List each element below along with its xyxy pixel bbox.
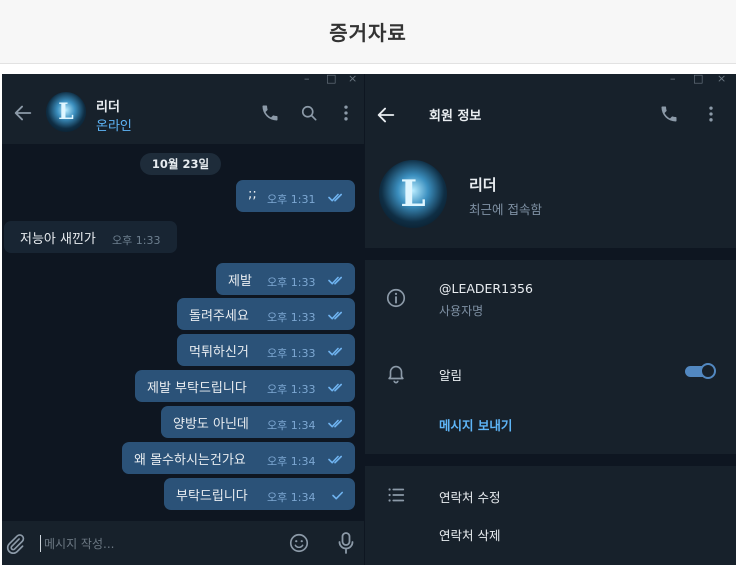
phone-icon[interactable] xyxy=(659,104,679,124)
double-check-icon xyxy=(328,419,342,428)
section-divider xyxy=(365,454,736,466)
message-time: 오후 1:34 xyxy=(267,491,316,504)
message-time: 오후 1:33 xyxy=(112,234,161,247)
more-icon[interactable] xyxy=(701,104,721,124)
section-divider xyxy=(365,248,736,260)
username-label: 사용자명 xyxy=(439,304,484,318)
search-icon[interactable] xyxy=(299,103,319,123)
message-bubble[interactable]: 부탁드립니다 오후 1:34 xyxy=(164,478,355,510)
online-status: 온라인 xyxy=(96,119,132,134)
window-titlebar: – □ × xyxy=(2,74,364,85)
double-check-icon xyxy=(328,383,342,392)
notifications-label: 알림 xyxy=(439,368,463,383)
profile-window: – □ × 회원 정보 L 리더 최근에 접속함 @LEADER1356 사용자… xyxy=(364,74,736,565)
chat-title[interactable]: 리더 xyxy=(96,96,120,115)
message-text: 부탁드립니다 xyxy=(176,489,248,504)
message-time: 오후 1:33 xyxy=(267,383,316,396)
message-bubble[interactable]: 저능아 새낀가 오후 1:33 xyxy=(4,221,177,253)
back-arrow-icon[interactable] xyxy=(12,102,34,124)
bell-icon xyxy=(388,365,404,384)
message-text: ;; xyxy=(248,187,257,202)
profile-avatar[interactable]: L xyxy=(379,160,447,228)
message-input[interactable]: 메시지 작성... xyxy=(40,535,114,552)
avatar[interactable]: L xyxy=(46,92,86,132)
message-bubble[interactable]: 돌려주세요 오후 1:33 xyxy=(177,298,355,330)
delete-contact-button[interactable]: 연락처 삭제 xyxy=(439,525,500,544)
toggle-knob xyxy=(700,363,716,379)
chat-window: – □ × L 리더 온라인 10월 23일 ;; 오후 1:31 저능아 새낀… xyxy=(2,74,364,565)
message-text: 양방도 아닌데 xyxy=(173,417,249,432)
message-composer: 메시지 작성... xyxy=(2,521,364,565)
double-check-icon xyxy=(328,193,342,202)
message-time: 오후 1:33 xyxy=(267,347,316,360)
double-check-icon xyxy=(328,311,342,320)
chat-header: L 리더 온라인 xyxy=(2,84,364,144)
message-bubble[interactable]: 양방도 아닌데 오후 1:34 xyxy=(161,406,355,438)
message-text: 저능아 새낀가 xyxy=(20,232,96,247)
message-bubble[interactable]: 제발 부탁드립니다 오후 1:33 xyxy=(135,370,355,402)
profile-header: 회원 정보 xyxy=(365,84,736,144)
double-check-icon xyxy=(328,276,342,285)
send-message-button[interactable]: 메시지 보내기 xyxy=(439,415,512,434)
list-icon xyxy=(388,488,405,502)
notifications-toggle[interactable] xyxy=(685,363,716,379)
message-time: 오후 1:31 xyxy=(267,193,316,206)
message-text: 제발 xyxy=(228,274,252,289)
last-seen: 최근에 접속함 xyxy=(469,202,542,217)
message-bubble[interactable]: ;; 오후 1:31 xyxy=(236,180,355,212)
message-text: 돌려주세요 xyxy=(189,309,249,324)
message-time: 오후 1:33 xyxy=(267,311,316,324)
message-time: 오후 1:34 xyxy=(267,455,316,468)
window-titlebar: – □ × xyxy=(365,74,736,85)
profile-title: 회원 정보 xyxy=(429,109,482,124)
emoji-icon[interactable] xyxy=(288,532,310,554)
info-icon xyxy=(386,288,406,308)
check-icon xyxy=(332,491,343,500)
attach-icon[interactable] xyxy=(4,533,26,555)
username[interactable]: @LEADER1356 xyxy=(439,281,533,296)
message-bubble[interactable]: 제발 오후 1:33 xyxy=(216,263,355,295)
message-text: 왜 몰수하시는건가요 xyxy=(134,453,246,468)
profile-name: 리더 xyxy=(469,176,497,194)
message-time: 오후 1:33 xyxy=(267,276,316,289)
message-bubble[interactable]: 먹튀하신거 오후 1:33 xyxy=(177,334,355,366)
phone-icon[interactable] xyxy=(260,103,280,123)
double-check-icon xyxy=(328,347,342,356)
more-icon[interactable] xyxy=(336,103,356,123)
message-text: 먹튀하신거 xyxy=(189,345,249,360)
back-arrow-icon[interactable] xyxy=(375,104,397,126)
message-time: 오후 1:34 xyxy=(267,419,316,432)
message-text: 제발 부탁드립니다 xyxy=(147,381,247,396)
mic-icon[interactable] xyxy=(336,531,356,555)
edit-contact-button[interactable]: 연락처 수정 xyxy=(439,487,500,506)
page-title: 증거자료 xyxy=(0,0,736,64)
date-divider: 10월 23일 xyxy=(140,153,221,175)
double-check-icon xyxy=(328,455,342,464)
message-bubble[interactable]: 왜 몰수하시는건가요 오후 1:34 xyxy=(122,442,355,474)
